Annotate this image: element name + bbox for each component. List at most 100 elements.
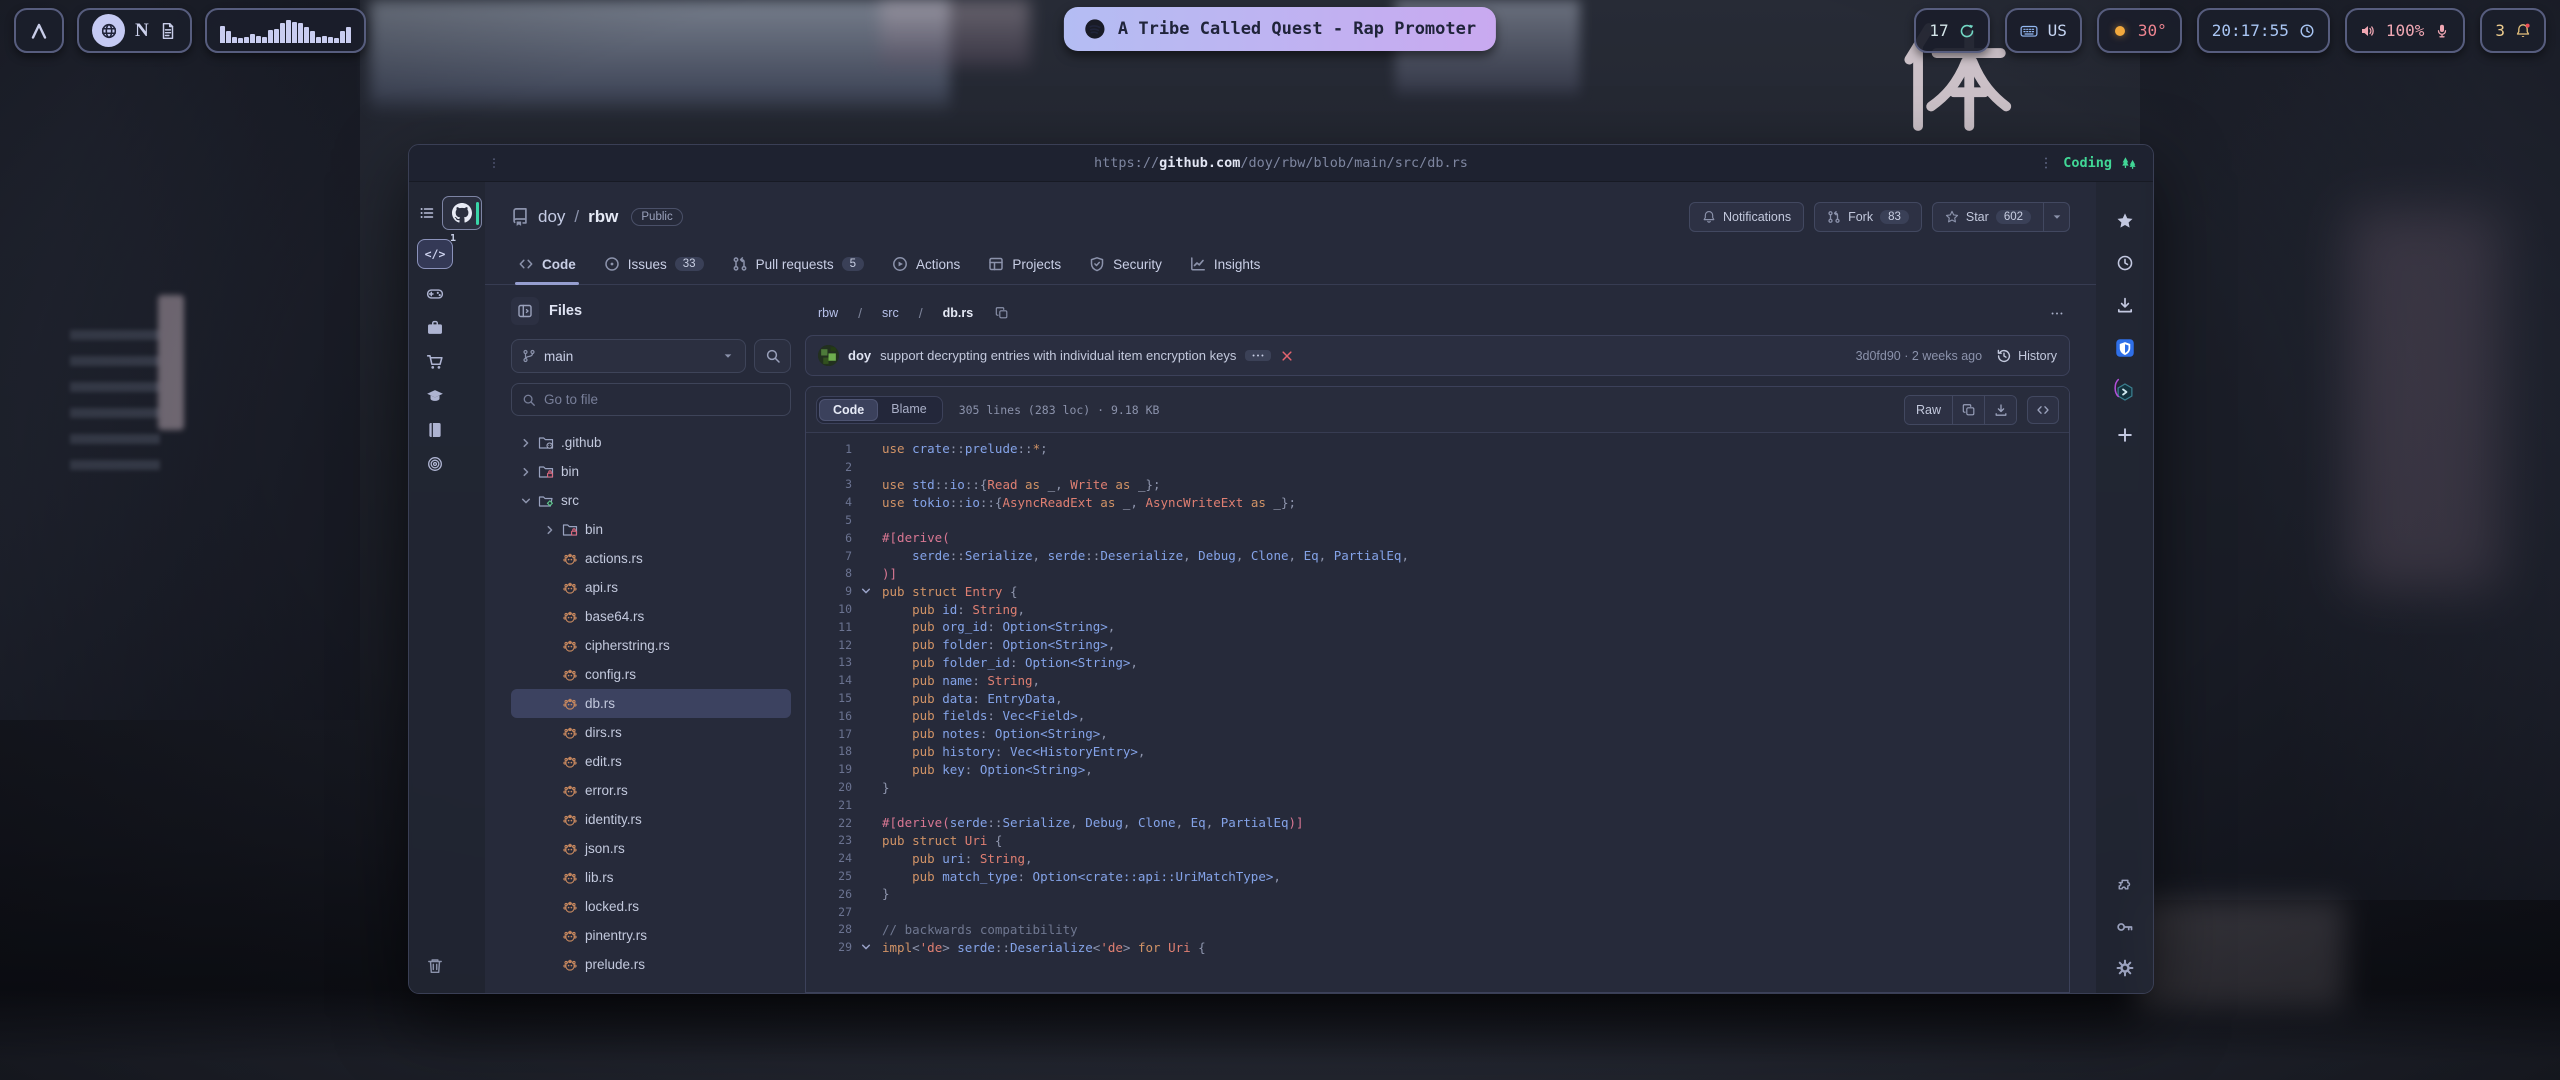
- breadcrumb-src[interactable]: src: [869, 303, 912, 323]
- tab-issues[interactable]: Issues33: [593, 249, 715, 284]
- tab-projects[interactable]: Projects: [977, 249, 1072, 284]
- tab-code[interactable]: Code: [507, 249, 587, 284]
- line-number[interactable]: 11: [806, 620, 852, 634]
- workspace-documents[interactable]: [159, 22, 177, 40]
- line-number[interactable]: 7: [806, 549, 852, 563]
- repo-name[interactable]: rbw: [588, 207, 618, 227]
- line-number[interactable]: 4: [806, 495, 852, 509]
- notifications-button[interactable]: Notifications: [1689, 202, 1804, 232]
- copy-button[interactable]: [1952, 396, 1984, 424]
- tree-item-bin[interactable]: bin: [511, 457, 791, 486]
- line-number[interactable]: 1: [806, 442, 852, 456]
- tree-item-dirs.rs[interactable]: dirs.rs: [511, 718, 791, 747]
- fold-chevron-icon[interactable]: [856, 584, 876, 598]
- code-tab[interactable]: Code: [819, 399, 878, 421]
- bitwarden-extension-icon[interactable]: [2115, 338, 2135, 358]
- tree-item-actions.rs[interactable]: actions.rs: [511, 544, 791, 573]
- history-icon[interactable]: [2116, 254, 2134, 272]
- weather-widget[interactable]: 30°: [2097, 8, 2182, 53]
- commit-message[interactable]: support decrypting entries with individu…: [880, 348, 1236, 363]
- line-number[interactable]: 8: [806, 566, 852, 580]
- star-dropdown-button[interactable]: [2044, 202, 2070, 232]
- line-number[interactable]: 26: [806, 887, 852, 901]
- breadcrumb-db.rs[interactable]: db.rs: [930, 303, 987, 323]
- line-number[interactable]: 9: [806, 584, 852, 598]
- history-link[interactable]: History: [1996, 348, 2057, 364]
- line-number[interactable]: 28: [806, 922, 852, 936]
- tab-list-icon[interactable]: [419, 205, 435, 221]
- blame-tab[interactable]: Blame: [878, 399, 939, 421]
- download-button[interactable]: [1984, 396, 2016, 424]
- line-number[interactable]: 18: [806, 744, 852, 758]
- workspace-code[interactable]: </> 1: [417, 239, 453, 269]
- line-number[interactable]: 29: [806, 940, 852, 954]
- launcher-button[interactable]: [14, 8, 64, 53]
- workspace-notes[interactable]: N: [135, 20, 149, 42]
- code-symbol-button[interactable]: [2027, 396, 2059, 424]
- github-tab[interactable]: [442, 196, 482, 230]
- repo-owner[interactable]: doy: [538, 207, 565, 227]
- commit-author[interactable]: doy: [848, 348, 871, 363]
- line-number[interactable]: 25: [806, 869, 852, 883]
- workspace-work-icon[interactable]: [426, 319, 444, 337]
- line-number[interactable]: 14: [806, 673, 852, 687]
- line-number[interactable]: 16: [806, 709, 852, 723]
- line-number[interactable]: 22: [806, 816, 852, 830]
- workspace-reading-icon[interactable]: [426, 421, 444, 439]
- notifications-widget[interactable]: 3: [2480, 8, 2546, 53]
- raw-button[interactable]: Raw: [1905, 396, 1952, 424]
- fork-button[interactable]: Fork 83: [1814, 202, 1922, 232]
- star-button[interactable]: Star 602: [1932, 202, 2044, 232]
- workspace-browser[interactable]: [92, 14, 125, 47]
- tree-item-prelude.rs[interactable]: prelude.rs: [511, 950, 791, 979]
- line-number[interactable]: 15: [806, 691, 852, 705]
- extension-icon[interactable]: [2115, 382, 2135, 402]
- extensions-puzzle-icon[interactable]: [2116, 877, 2134, 895]
- passwords-key-icon[interactable]: [2116, 918, 2134, 936]
- tree-item-cipherstring.rs[interactable]: cipherstring.rs: [511, 631, 791, 660]
- line-number[interactable]: 19: [806, 762, 852, 776]
- dismiss-icon[interactable]: [1280, 349, 1294, 363]
- breadcrumb-rbw[interactable]: rbw: [805, 303, 851, 323]
- fold-chevron-icon[interactable]: [856, 940, 876, 954]
- line-number[interactable]: 17: [806, 727, 852, 741]
- tree-item-src[interactable]: src: [511, 486, 791, 515]
- line-number[interactable]: 21: [806, 798, 852, 812]
- tree-item-config.rs[interactable]: config.rs: [511, 660, 791, 689]
- line-number[interactable]: 6: [806, 531, 852, 545]
- clock-widget[interactable]: 20:17:55: [2197, 8, 2330, 53]
- tree-item-pinentry.rs[interactable]: pinentry.rs: [511, 921, 791, 950]
- tree-item-bin[interactable]: bin: [511, 515, 791, 544]
- line-number[interactable]: 27: [806, 905, 852, 919]
- search-files-button[interactable]: [754, 339, 791, 373]
- updates-widget[interactable]: 17: [1914, 8, 1989, 53]
- line-number[interactable]: 5: [806, 513, 852, 527]
- line-number[interactable]: 3: [806, 477, 852, 491]
- add-icon[interactable]: [2116, 426, 2134, 444]
- tree-item-lib.rs[interactable]: lib.rs: [511, 863, 791, 892]
- keyboard-layout-widget[interactable]: US: [2005, 8, 2082, 53]
- tree-item-json.rs[interactable]: json.rs: [511, 834, 791, 863]
- tab-security[interactable]: Security: [1078, 249, 1173, 284]
- avatar[interactable]: [818, 345, 839, 366]
- more-options-button[interactable]: [2044, 301, 2070, 325]
- commit-more-icon[interactable]: [1245, 350, 1271, 361]
- url-bar[interactable]: https://github.com/doy/rbw/blob/main/src…: [409, 145, 2153, 182]
- commit-sha-age[interactable]: 3d0fd90 · 2 weeks ago: [1856, 349, 1983, 363]
- workspace-shopping-icon[interactable]: [426, 353, 444, 371]
- collapse-sidebar-button[interactable]: [511, 297, 539, 325]
- tree-item-edit.rs[interactable]: edit.rs: [511, 747, 791, 776]
- tree-item-base64.rs[interactable]: base64.rs: [511, 602, 791, 631]
- line-number[interactable]: 23: [806, 833, 852, 847]
- trash-icon[interactable]: [426, 957, 444, 975]
- workspace-games-icon[interactable]: [426, 285, 444, 303]
- settings-gear-icon[interactable]: [2116, 959, 2134, 977]
- bookmarks-icon[interactable]: [2116, 212, 2134, 230]
- goto-file-input[interactable]: [544, 392, 780, 407]
- workspace-misc-icon[interactable]: [426, 455, 444, 473]
- tab-pull-requests[interactable]: Pull requests5: [721, 249, 875, 284]
- line-number[interactable]: 20: [806, 780, 852, 794]
- tab-actions[interactable]: Actions: [881, 249, 971, 284]
- volume-widget[interactable]: 100%: [2345, 8, 2466, 53]
- branch-selector[interactable]: main: [511, 339, 746, 373]
